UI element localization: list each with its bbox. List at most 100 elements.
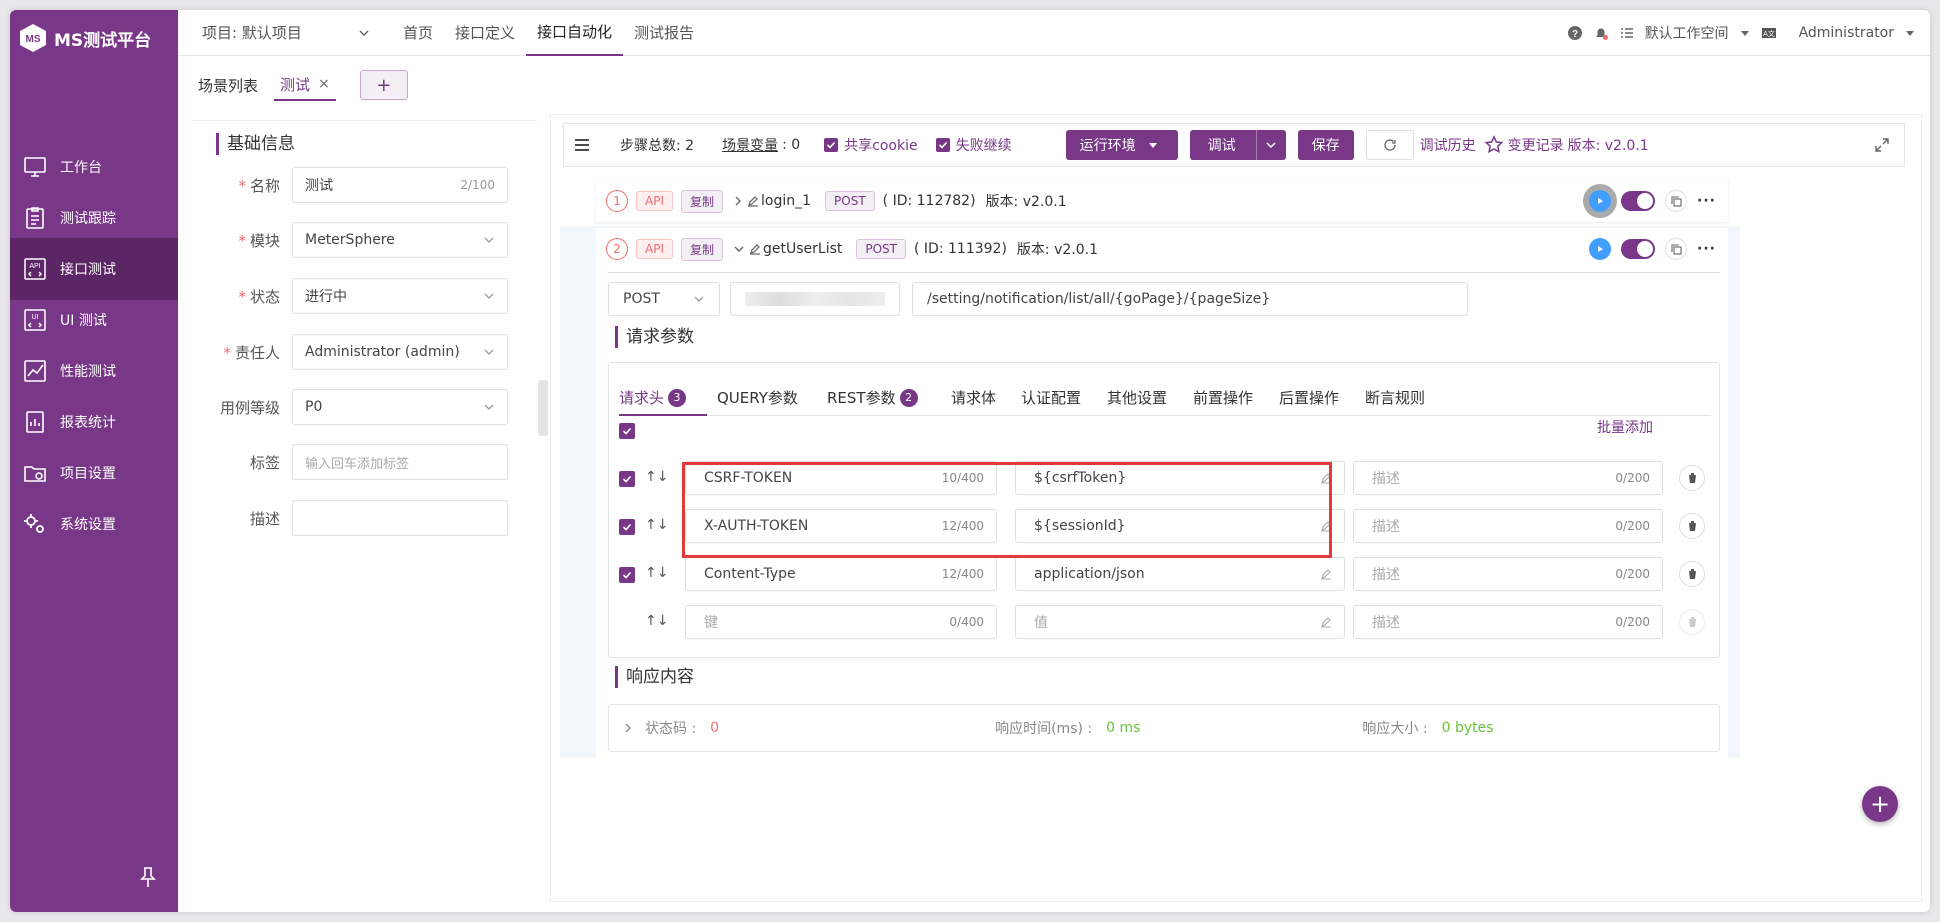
report-icon: [26, 411, 44, 433]
select-all-checkbox[interactable]: [619, 423, 635, 439]
header-value-input[interactable]: application/json: [1015, 557, 1345, 591]
close-icon[interactable]: ×: [318, 76, 330, 92]
share-cookie-checkbox[interactable]: 共享cookie: [824, 135, 918, 155]
step-enable-toggle[interactable]: [1621, 191, 1656, 211]
url-input[interactable]: /setting/notification/list/all/{goPage}/…: [912, 282, 1468, 316]
copy-step-button[interactable]: [1665, 190, 1688, 212]
tab-query-params[interactable]: QUERY参数: [717, 387, 798, 408]
app-window: MS MS测试平台 工作台 测试跟踪 API 接口测试 UI UI 测试 性能测…: [10, 10, 1930, 912]
more-icon[interactable]: ···: [1697, 193, 1716, 209]
pin-icon[interactable]: [138, 866, 158, 888]
edit-icon[interactable]: [1320, 568, 1332, 580]
status-value: 进行中: [305, 289, 347, 305]
tag-input[interactable]: 输入回车添加标签: [292, 444, 508, 480]
step-card-1[interactable]: 1 API 复制 login_1 POST ( ID: 112782) 版本: …: [596, 180, 1728, 222]
run-step-button[interactable]: [1589, 190, 1612, 212]
tab-post-operations[interactable]: 后置操作: [1279, 387, 1339, 408]
header-key-input[interactable]: Content-Type 12/400: [685, 557, 997, 591]
refresh-icon: [1384, 139, 1396, 151]
delete-row-button[interactable]: [1679, 561, 1705, 587]
tab-other-settings[interactable]: 其他设置: [1107, 387, 1167, 408]
response-summary[interactable]: 状态码 : 0 响应时间(ms) : 0 ms 响应大小 : 0 bytes: [608, 704, 1720, 752]
nav-api-automation[interactable]: 接口自动化: [526, 10, 624, 56]
header-desc-input[interactable]: 描述 0/200: [1353, 557, 1663, 591]
batch-add-link[interactable]: 批量添加: [1597, 417, 1653, 437]
edit-icon[interactable]: [1320, 616, 1332, 628]
tab-rest-params[interactable]: REST参数 2: [827, 387, 918, 408]
header-key-input[interactable]: 键 0/400: [685, 605, 997, 639]
url-value: /setting/notification/list/all/{goPage}/…: [927, 291, 1271, 307]
reorder-arrows-icon[interactable]: ↑↓: [645, 565, 668, 581]
row-checkbox[interactable]: [619, 519, 635, 535]
nav-api-definition[interactable]: 接口定义: [444, 10, 526, 56]
step-name[interactable]: getUserList: [763, 241, 842, 257]
tab-auth[interactable]: 认证配置: [1021, 387, 1081, 408]
step-card-2[interactable]: 2 API 复制 getUserList POST ( ID: 111392) …: [596, 228, 1728, 270]
add-tab-button[interactable]: +: [359, 70, 408, 100]
user-menu[interactable]: Administrator: [1799, 25, 1894, 41]
nav-home[interactable]: 首页: [392, 10, 444, 56]
row-checkbox[interactable]: [619, 471, 635, 487]
nav-test-report[interactable]: 测试报告: [623, 10, 705, 56]
row-checkbox[interactable]: [619, 567, 635, 583]
edit-icon[interactable]: [749, 243, 761, 255]
method-select[interactable]: POST: [608, 282, 720, 316]
step-enable-toggle[interactable]: [1621, 239, 1656, 259]
tab-assertions[interactable]: 断言规则: [1365, 387, 1425, 408]
copy-step-button[interactable]: [1665, 238, 1688, 260]
refresh-button[interactable]: [1365, 130, 1414, 160]
edit-icon[interactable]: [747, 195, 759, 207]
change-history-link[interactable]: 变更记录: [1508, 135, 1564, 155]
tab-pre-operations[interactable]: 前置操作: [1193, 387, 1253, 408]
project-selector[interactable]: 项目: 默认项目: [178, 22, 392, 43]
run-step-button[interactable]: [1589, 238, 1612, 260]
fail-continue-checkbox[interactable]: 失败继续: [935, 135, 1012, 155]
owner-select[interactable]: Administrator (admin): [292, 334, 508, 370]
debug-dropdown[interactable]: [1255, 130, 1286, 160]
debug-button[interactable]: 调试: [1189, 130, 1286, 160]
step-name[interactable]: login_1: [761, 193, 811, 209]
tab-headers[interactable]: 请求头 3: [619, 387, 687, 408]
tab-current[interactable]: 测试 ×: [274, 69, 336, 101]
key-count: 12/400: [941, 567, 984, 581]
bell-icon[interactable]: [1593, 25, 1609, 41]
environment-select[interactable]: [730, 282, 900, 316]
help-icon[interactable]: ?: [1567, 25, 1583, 41]
scenario-variables-link[interactable]: 场景变量: [722, 135, 778, 155]
delete-row-button[interactable]: [1679, 513, 1705, 539]
run-env-button[interactable]: 运行环境: [1065, 130, 1178, 160]
reorder-arrows-icon[interactable]: ↑↓: [645, 517, 668, 533]
language-icon[interactable]: A文: [1761, 25, 1777, 41]
star-icon[interactable]: [1484, 135, 1504, 155]
expand-icon[interactable]: [1874, 137, 1890, 153]
name-input[interactable]: 测试 2/100: [292, 167, 508, 203]
header-desc-input[interactable]: 描述 0/200: [1353, 461, 1663, 495]
logo-icon: MS: [20, 24, 46, 52]
header-desc-input[interactable]: 描述 0/200: [1353, 509, 1663, 543]
header-value-input[interactable]: 值: [1015, 605, 1345, 639]
description-textarea[interactable]: [292, 500, 508, 536]
level-select[interactable]: P0: [292, 389, 508, 425]
more-icon[interactable]: ···: [1697, 241, 1716, 257]
panel-resize-handle[interactable]: [538, 380, 548, 436]
workspace-selector[interactable]: 默认工作空间: [1645, 23, 1729, 43]
debug-history-link[interactable]: 调试历史: [1420, 135, 1476, 155]
tab-body[interactable]: 请求体: [951, 387, 996, 408]
reorder-arrows-icon[interactable]: ↑↓: [645, 469, 668, 485]
header-desc-input[interactable]: 描述 0/200: [1353, 605, 1663, 639]
api-tag: API: [636, 191, 673, 211]
menu-icon[interactable]: [574, 137, 590, 153]
reorder-arrows-icon[interactable]: ↑↓: [645, 613, 668, 629]
status-select[interactable]: 进行中: [292, 278, 508, 314]
chevron-right-icon[interactable]: [623, 722, 633, 734]
module-select[interactable]: MeterSphere: [292, 222, 508, 258]
save-button[interactable]: 保存: [1297, 130, 1354, 160]
chevron-right-icon[interactable]: [733, 195, 743, 207]
tab-scenario-list[interactable]: 场景列表: [192, 69, 264, 101]
chevron-down-icon[interactable]: [733, 244, 745, 254]
sidebar-item-system-settings[interactable]: 系统设置: [10, 493, 178, 555]
add-step-button[interactable]: +: [1862, 786, 1898, 822]
logo[interactable]: MS MS测试平台: [10, 10, 178, 66]
delete-row-button[interactable]: [1679, 465, 1705, 491]
delete-row-button[interactable]: [1679, 609, 1705, 635]
